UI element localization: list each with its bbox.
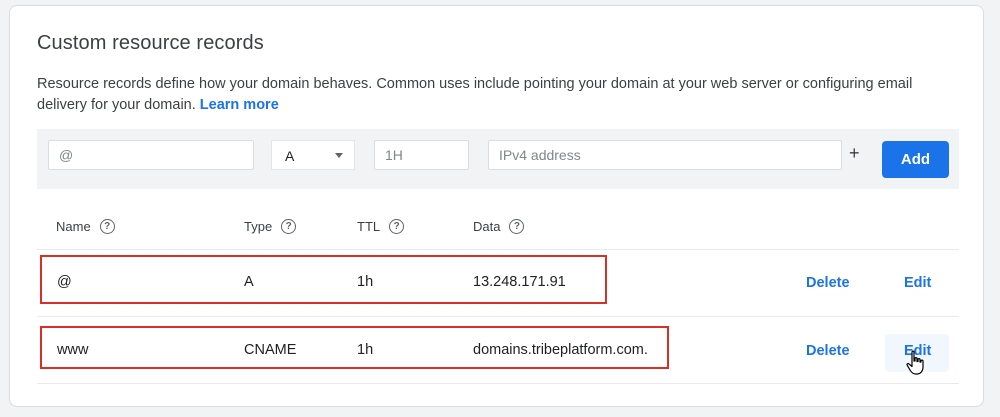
section-title: Custom resource records	[37, 32, 264, 54]
table-divider	[37, 316, 959, 317]
delete-button[interactable]: Delete	[806, 275, 850, 291]
column-header-name: Name ?	[56, 219, 115, 234]
learn-more-link[interactable]: Learn more	[200, 97, 279, 113]
help-circle-icon[interactable]: ?	[509, 219, 525, 234]
column-header-label: Type	[244, 219, 273, 234]
caret-down-icon	[335, 153, 343, 158]
add-button[interactable]: Add	[882, 141, 949, 178]
delete-button[interactable]: Delete	[806, 343, 850, 359]
help-circle-icon[interactable]: ?	[389, 219, 405, 234]
column-header-label: Data	[473, 219, 501, 234]
highlight-box-row-1	[40, 255, 607, 304]
column-header-data: Data ?	[473, 219, 525, 234]
column-header-label: Name	[56, 219, 91, 234]
type-select[interactable]: A	[271, 140, 355, 170]
column-header-type: Type ?	[244, 219, 297, 234]
help-circle-icon[interactable]: ?	[281, 219, 297, 234]
hand-pointer-icon	[906, 350, 924, 375]
add-record-toolbar: A + Add	[37, 129, 959, 189]
description-text: Resource records define how your domain …	[37, 76, 913, 113]
help-circle-icon[interactable]: ?	[99, 219, 115, 234]
table-divider	[37, 249, 959, 250]
column-header-ttl: TTL ?	[357, 219, 405, 234]
add-another-plus-icon[interactable]: +	[849, 143, 860, 164]
section-description: Resource records define how your domain …	[37, 74, 957, 116]
highlight-box-row-2	[40, 326, 669, 369]
data-input[interactable]	[488, 140, 842, 170]
column-header-label: TTL	[357, 219, 381, 234]
name-input[interactable]	[48, 140, 254, 170]
type-select-value: A	[285, 148, 295, 164]
ttl-input[interactable]	[374, 140, 469, 170]
table-divider	[37, 383, 959, 384]
edit-button[interactable]: Edit	[904, 275, 931, 291]
